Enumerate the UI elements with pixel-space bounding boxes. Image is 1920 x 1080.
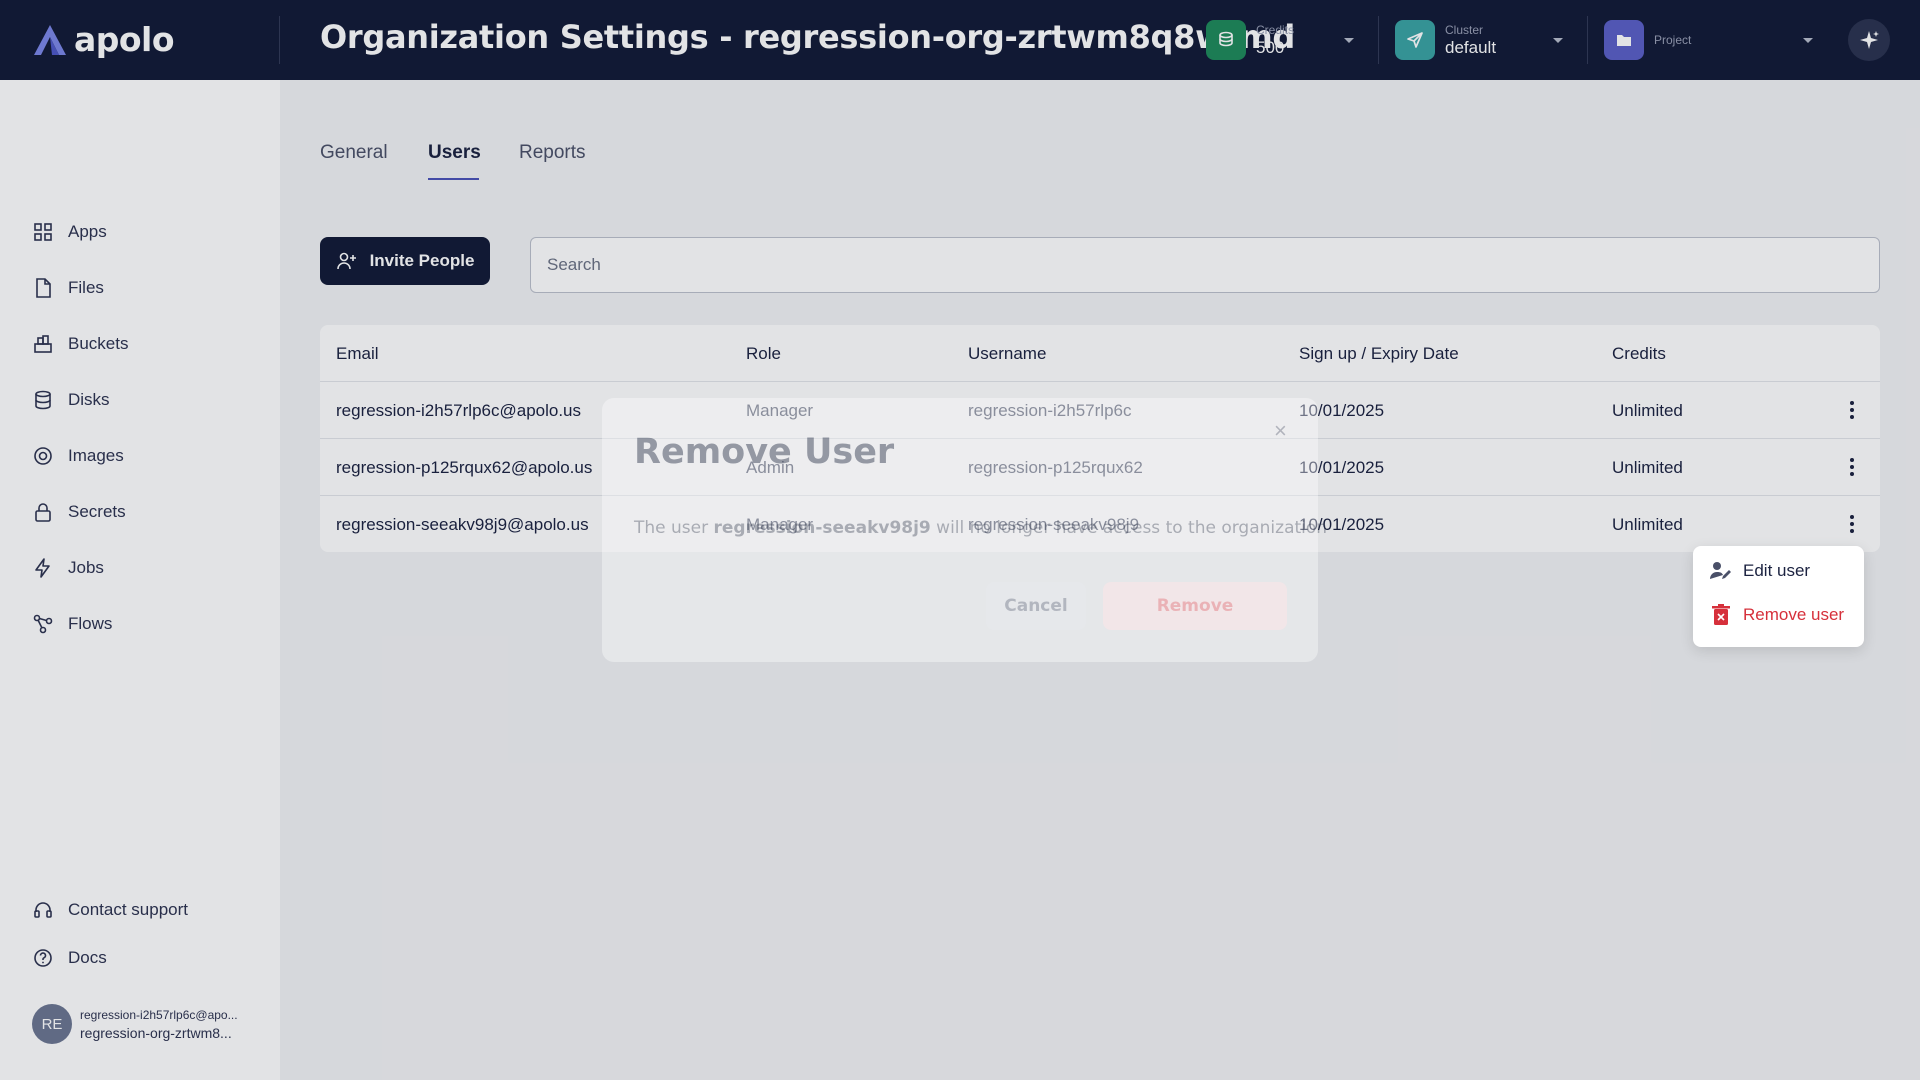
remove-button[interactable]: Remove (1103, 582, 1287, 630)
edit-user-icon (1710, 562, 1731, 579)
edit-user-menu-item[interactable]: Edit user (1709, 560, 1810, 582)
trash-icon (1712, 604, 1730, 625)
cancel-button[interactable]: Cancel (986, 582, 1086, 630)
dialog-message-suffix: will no longer have access to the organi… (930, 518, 1328, 538)
row-actions-menu: Edit user Remove user (1693, 546, 1864, 647)
dialog-message-prefix: The user (634, 518, 714, 538)
dialog-message-username: regression-seeakv98j9 (713, 518, 931, 538)
edit-user-label: Edit user (1743, 561, 1811, 580)
dialog-title: Remove User (634, 432, 895, 472)
close-icon[interactable]: × (1274, 418, 1287, 444)
dialog-message: The user regression-seeakv98j9 will no l… (634, 518, 1327, 538)
remove-user-menu-item[interactable]: Remove user (1709, 604, 1844, 626)
remove-user-dialog: Remove User × The user regression-seeakv… (602, 398, 1327, 662)
remove-user-label: Remove user (1743, 605, 1845, 624)
